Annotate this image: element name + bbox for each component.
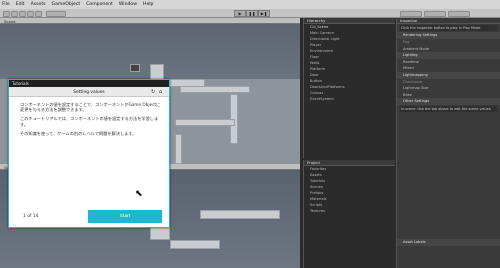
toolbar: ▶ ❚❚ ▶❚ bbox=[0, 9, 500, 18]
menu-gameobject[interactable]: GameObject bbox=[52, 2, 81, 7]
tutorial-body: コンポーネントの値を設定することで、コンポーネントがGame Objectに変更… bbox=[20, 102, 162, 140]
menu-file[interactable]: File bbox=[2, 2, 10, 7]
rotate-tool-button[interactable] bbox=[19, 10, 26, 17]
home-icon[interactable]: ⌂ bbox=[159, 89, 162, 95]
layout-dropdown[interactable] bbox=[448, 10, 470, 17]
project-panel: Project Favorites Assets Tutorials Scene… bbox=[303, 160, 395, 268]
tutorial-paragraph: コンポーネントの値を設定することで、コンポーネントがGame Objectに変更… bbox=[20, 102, 161, 113]
inspector-row[interactable]: Lighting bbox=[397, 52, 500, 59]
scene-object bbox=[130, 64, 140, 72]
menu-edit[interactable]: Edit bbox=[16, 2, 25, 7]
tutorial-window-title: Tutorials bbox=[9, 80, 169, 87]
inspector-row[interactable]: Fog bbox=[397, 39, 500, 46]
step-button[interactable]: ▶❚ bbox=[258, 10, 270, 17]
start-button[interactable]: Start bbox=[88, 210, 162, 223]
scale-tool-button[interactable] bbox=[27, 10, 34, 17]
inspector-row[interactable]: Directional bbox=[397, 79, 500, 86]
tutorial-header: Setting values ↻ ⌂ bbox=[9, 87, 169, 97]
inspector-panel: Inspector Click the Inspector button to … bbox=[396, 18, 500, 268]
asset-labels-header[interactable]: Asset Labels bbox=[397, 239, 500, 246]
inspector-row[interactable]: Bake bbox=[397, 92, 500, 99]
menu-assets[interactable]: Assets bbox=[31, 2, 46, 7]
refresh-icon[interactable]: ↻ bbox=[151, 89, 155, 95]
project-item[interactable]: Textures bbox=[304, 208, 395, 214]
account-dropdown[interactable] bbox=[400, 10, 422, 17]
inspector-note: In-scene: Use the tab above to edit the … bbox=[400, 105, 497, 113]
tab-scene[interactable]: Scene bbox=[4, 19, 16, 24]
mouse-cursor-icon: ⬉ bbox=[135, 189, 143, 199]
inspector-row[interactable]: Ambient Mode bbox=[397, 46, 500, 53]
hierarchy-panel: Hierarchy CLI_Scene Main Camera Directio… bbox=[303, 18, 395, 158]
hierarchy-item[interactable]: EventSystem bbox=[304, 96, 395, 102]
page-indicator: 1 of 14 bbox=[23, 214, 39, 219]
pause-button[interactable]: ❚❚ bbox=[246, 10, 258, 17]
menu-window[interactable]: Window bbox=[119, 2, 137, 7]
play-controls: ▶ ❚❚ ▶❚ bbox=[234, 10, 270, 17]
hand-tool-button[interactable] bbox=[3, 10, 10, 17]
game-wall bbox=[200, 210, 280, 219]
menu-bar: File Edit Assets GameObject Component Wi… bbox=[0, 0, 500, 9]
pivot-toggle[interactable] bbox=[46, 10, 66, 17]
scene-wall bbox=[175, 119, 235, 126]
scene-wall bbox=[175, 134, 182, 164]
inspector-row[interactable]: Other Settings bbox=[397, 98, 500, 105]
tutorial-dialog: Tutorials Setting values ↻ ⌂ コンポーネントの値を設… bbox=[8, 79, 170, 228]
inspector-header: Inspector bbox=[397, 18, 500, 24]
tutorial-title: Setting values bbox=[73, 89, 105, 95]
game-wall bbox=[170, 240, 220, 249]
rect-tool-button[interactable] bbox=[35, 10, 42, 17]
menu-component[interactable]: Component bbox=[86, 2, 113, 7]
tutorial-paragraph: その知識を使って、ゲームの別のレベルで問題を解決します。 bbox=[20, 130, 137, 136]
inspector-row[interactable]: Lightmapping bbox=[397, 71, 500, 79]
inspector-row[interactable]: Rendering Settings bbox=[397, 32, 500, 39]
inspector-row[interactable]: Lightmap Size bbox=[397, 85, 500, 92]
move-tool-button[interactable] bbox=[11, 10, 18, 17]
inspector-help-text: Click the Inspector button to play in Pl… bbox=[400, 25, 497, 32]
inspector-row[interactable]: Mixed bbox=[397, 65, 500, 72]
menu-help[interactable]: Help bbox=[143, 2, 153, 7]
tutorial-paragraph: このチュートリアルでは、コンポーネントの値を設定する方法を学習します。 bbox=[20, 116, 159, 127]
inspector-row[interactable]: Realtime bbox=[397, 59, 500, 66]
scene-wall bbox=[180, 86, 250, 93]
play-button[interactable]: ▶ bbox=[234, 10, 246, 17]
layers-dropdown[interactable] bbox=[424, 10, 446, 17]
